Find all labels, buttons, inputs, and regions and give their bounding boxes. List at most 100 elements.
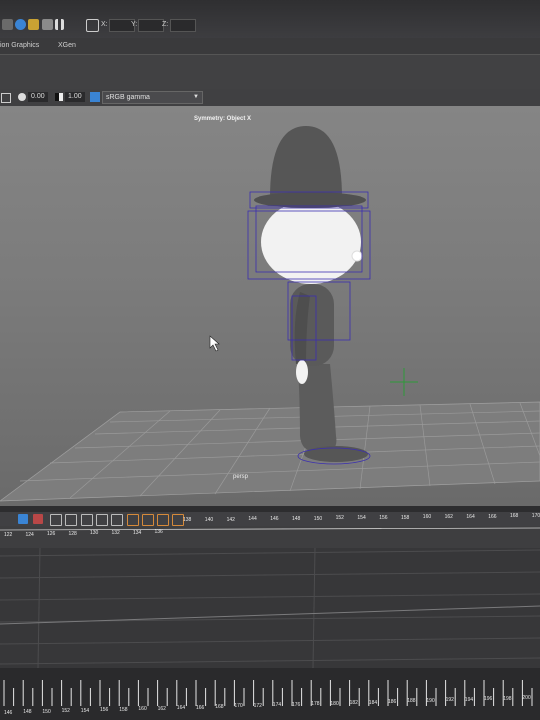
- scene-canvas: [0, 126, 540, 502]
- maya-window: X: Y: Z: ion Graphics XGen 0.00 1.00 sRG…: [0, 0, 540, 720]
- frame-number: 148: [23, 709, 32, 716]
- step-tangent-icon[interactable]: [111, 514, 123, 526]
- frame-number: 162: [157, 705, 166, 712]
- frame-number: 132: [111, 530, 120, 536]
- spline-tangent-icon[interactable]: [50, 514, 62, 526]
- frame-number: 170: [234, 703, 243, 710]
- render-icon[interactable]: [15, 19, 26, 30]
- character-head: [261, 200, 361, 284]
- camera-attributes-icon[interactable]: [1, 93, 11, 103]
- shelf-area: [0, 55, 540, 89]
- mouse-cursor-icon: [209, 335, 220, 352]
- symmetry-status-label: Symmetry: Object X: [194, 116, 252, 122]
- curve-pre-infinity-icon[interactable]: [127, 514, 139, 526]
- exposure-field[interactable]: 0.00: [28, 92, 48, 102]
- coord-y-field[interactable]: [138, 19, 164, 32]
- graph-grid: [0, 547, 540, 669]
- frame-number: 162: [444, 514, 453, 520]
- lower-time-ruler[interactable]: 146 148 150 152 154 156 158 160 162 164 166 168 170 1…: [0, 668, 540, 720]
- frame-number: 156: [100, 707, 109, 714]
- frame-number: 164: [466, 513, 475, 520]
- character-ear: [351, 250, 363, 262]
- frame-number: 152: [61, 708, 70, 715]
- frame-number: 178: [311, 701, 320, 708]
- frame-number: 148: [292, 515, 301, 522]
- flat-tangent-icon[interactable]: [96, 514, 108, 526]
- grid-plane: [0, 401, 540, 502]
- status-toolbar: X: Y: Z:: [0, 0, 540, 39]
- key-tangent-icon[interactable]: [33, 514, 43, 524]
- frame-number: 196: [484, 696, 493, 703]
- hat-crown: [270, 126, 342, 198]
- graph-view[interactable]: [0, 547, 540, 669]
- grid-snap-icon[interactable]: [2, 19, 13, 30]
- tab-motion-graphics[interactable]: ion Graphics: [0, 42, 39, 49]
- frame-number: 166: [196, 704, 205, 711]
- upper-time-ruler[interactable]: 138 140 142 144 146 148 150 152 154 156 158 160 162 1…: [0, 506, 540, 548]
- exposure-icon[interactable]: [18, 93, 26, 101]
- coord-y-label: Y:: [131, 21, 138, 28]
- frame-number: 136: [154, 529, 163, 536]
- frame-number: 122: [4, 532, 13, 538]
- frame-number: 172: [253, 702, 262, 709]
- frame-number: 150: [313, 515, 323, 522]
- frame-number: 158: [119, 706, 128, 713]
- frame-number: 130: [90, 530, 99, 537]
- auto-key-icon[interactable]: [18, 514, 28, 524]
- pivot-marker[interactable]: [390, 368, 418, 396]
- frame-number: 150: [42, 708, 51, 715]
- frame-number: 144: [248, 516, 257, 523]
- color-space-value: sRGB gamma: [106, 94, 150, 101]
- shelf-tabs: ion Graphics XGen: [0, 38, 540, 55]
- frame-number: 198: [503, 695, 512, 702]
- frame-number: 164: [176, 705, 186, 712]
- curve-oscillate-icon[interactable]: [157, 514, 169, 526]
- frame-number: 134: [133, 529, 142, 536]
- color-space-dropdown[interactable]: sRGB gamma ▼: [102, 91, 203, 104]
- frame-number: 168: [510, 513, 519, 520]
- tab-xgen[interactable]: XGen: [58, 42, 76, 49]
- coord-z-label: Z:: [162, 21, 169, 28]
- select-mode-icon[interactable]: [86, 19, 99, 32]
- gamma-field[interactable]: 1.00: [65, 92, 85, 102]
- frame-number: 154: [357, 515, 366, 521]
- curve-cycle-icon[interactable]: [142, 514, 154, 526]
- perspective-viewport[interactable]: Symmetry: Object X persp: [0, 106, 540, 506]
- chevron-down-icon: ▼: [193, 94, 199, 100]
- frame-number: 138: [183, 517, 192, 523]
- frame-number: 188: [407, 698, 416, 705]
- frame-number: 174: [272, 702, 282, 709]
- frame-number: 128: [68, 530, 77, 537]
- frame-number: 140: [204, 516, 214, 523]
- coord-z-field[interactable]: [170, 19, 196, 32]
- color-management-icon[interactable]: [90, 92, 100, 102]
- frame-number: 158: [401, 514, 410, 521]
- frame-number: 160: [422, 514, 432, 521]
- frame-number: 146: [270, 516, 279, 522]
- frame-number: 124: [25, 531, 34, 538]
- pause-icon[interactable]: [55, 19, 64, 30]
- frame-number: 186: [388, 699, 397, 705]
- coord-x-label: X:: [101, 21, 108, 28]
- frame-number: 182: [349, 700, 358, 707]
- viewport-toolbar: 0.00 1.00 sRGB gamma ▼: [0, 89, 540, 107]
- ipr-render-icon[interactable]: [28, 19, 39, 30]
- frame-number: 126: [47, 531, 56, 538]
- frame-number: 142: [226, 516, 235, 523]
- camera-name-label: persp: [233, 474, 249, 480]
- frame-number: 194: [464, 696, 474, 703]
- frame-number: 200: [522, 695, 531, 702]
- frame-number: 166: [488, 513, 497, 520]
- frame-number: 146: [4, 710, 13, 716]
- gamma-icon[interactable]: [55, 93, 63, 101]
- frame-number: 160: [138, 706, 147, 713]
- render-settings-icon[interactable]: [42, 19, 53, 30]
- frame-number: 176: [292, 701, 301, 708]
- clamped-tangent-icon[interactable]: [65, 514, 77, 526]
- frame-number: 168: [215, 703, 224, 710]
- frame-number: 190: [426, 697, 435, 704]
- frame-number: 156: [379, 514, 388, 521]
- character-hand: [296, 360, 308, 384]
- frame-number: 170: [531, 513, 540, 519]
- linear-tangent-icon[interactable]: [81, 514, 93, 526]
